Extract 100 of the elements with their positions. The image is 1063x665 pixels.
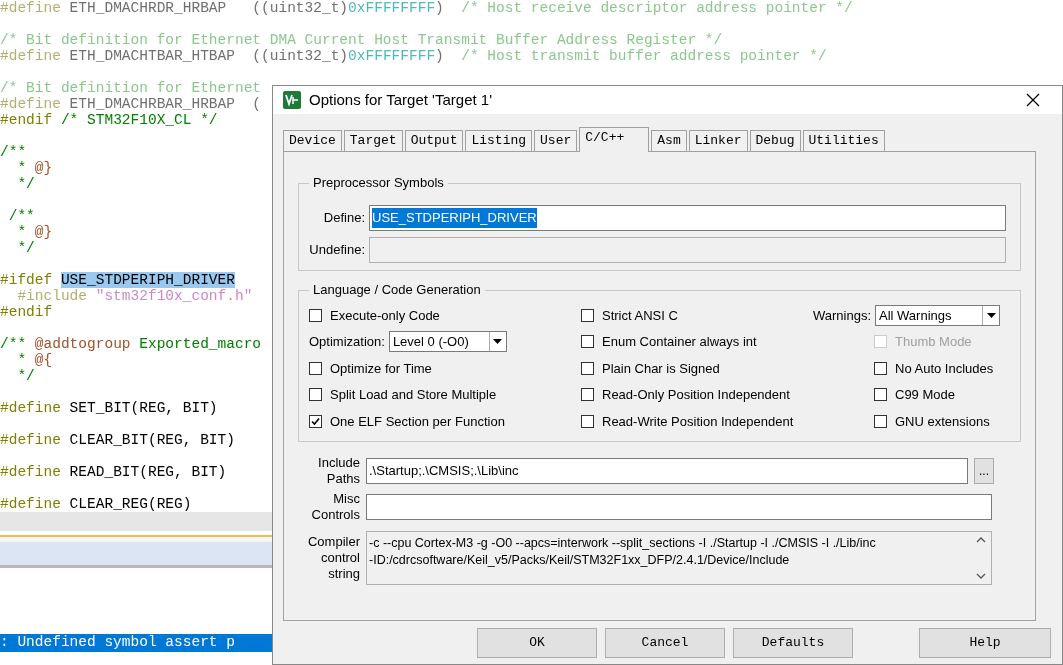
code-text: CLEAR_REG(REG) bbox=[68, 496, 192, 512]
group-title: Language / Code Generation bbox=[309, 282, 485, 298]
code-text: /* STM32F10X_CL */ bbox=[59, 112, 218, 128]
tab[interactable]: Output bbox=[404, 130, 464, 151]
code-text: READ_BIT(REG, BIT) bbox=[68, 464, 227, 480]
control-string-line: -ID:/cdrcsoftware/Keil_v5/Packs/Keil/STM32F1xx_DFP/2.4.1/Device/Include bbox=[369, 552, 791, 569]
code-text: #define bbox=[0, 96, 61, 112]
tab[interactable]: Listing bbox=[465, 130, 533, 151]
close-icon[interactable] bbox=[1026, 93, 1040, 107]
tab[interactable]: Asm bbox=[651, 130, 687, 151]
checkbox[interactable] bbox=[581, 308, 594, 322]
code-text: ETH_DMACHTBAR_HTBAP ((uint32_t) bbox=[68, 48, 349, 64]
checkbox-label: Read-Write Position Independent bbox=[602, 412, 794, 431]
code-text: /** bbox=[0, 144, 27, 160]
checkbox[interactable] bbox=[874, 361, 887, 375]
field-label: Compiler control string bbox=[307, 534, 360, 582]
code-text: ) bbox=[435, 0, 444, 16]
checkbox[interactable] bbox=[874, 414, 887, 428]
checkbox-label: Split Load and Store Multiple bbox=[330, 386, 497, 404]
checkbox-label: Strict ANSI C bbox=[602, 306, 678, 325]
checkbox[interactable] bbox=[581, 361, 594, 375]
code-text: "stm32f10x_conf.h" bbox=[95, 288, 253, 304]
code-text: #ifdef bbox=[0, 272, 54, 288]
checkbox-label: Plain Char is Signed bbox=[602, 359, 720, 378]
code-text: CLEAR_BIT(REG, BIT) bbox=[68, 432, 235, 448]
code-text: #define bbox=[0, 48, 61, 64]
code-text: ETH_DMACHRDR_HRBAP ((uint32_t) bbox=[68, 0, 349, 16]
code-text: #include bbox=[16, 288, 88, 304]
checkbox[interactable] bbox=[309, 361, 322, 375]
group-title: Preprocessor Symbols bbox=[309, 175, 448, 191]
checkbox-label: One ELF Section per Function bbox=[330, 412, 505, 431]
scroll-up-icon[interactable] bbox=[976, 537, 986, 543]
field-value: USE_STDPERIPH_DRIVER bbox=[372, 208, 537, 228]
checkbox-label: Thumb Mode bbox=[895, 333, 972, 351]
code-text: 0xFFFFFFFF bbox=[348, 48, 436, 64]
checkbox-label: Optimize for Time bbox=[330, 359, 432, 378]
tab[interactable]: Debug bbox=[749, 130, 801, 151]
dialog-button[interactable]: Cancel bbox=[605, 628, 725, 658]
window-title: Options for Target 'Target 1' bbox=[309, 89, 494, 110]
misc-controls-field[interactable] bbox=[366, 494, 992, 520]
code-text: /* Host receive descriptor address pointer */ bbox=[460, 0, 853, 16]
dialog-button[interactable]: Defaults bbox=[733, 628, 853, 658]
code-text: /** bbox=[7, 208, 35, 224]
dropdown-arrow-icon bbox=[986, 312, 996, 318]
field-label: Define: bbox=[322, 209, 366, 228]
code-text: /* Host transmit buffer address pointer */ bbox=[460, 48, 827, 64]
code-text: SET_BIT(REG, BIT) bbox=[68, 400, 218, 416]
checkbox-label: Execute-only Code bbox=[330, 306, 440, 325]
checkbox-label: GNU extensions bbox=[895, 412, 990, 431]
checkbox-label: Read-Only Position Independent bbox=[602, 386, 790, 404]
code-text: #define bbox=[0, 400, 61, 416]
select-label: Warnings: bbox=[812, 306, 871, 325]
dropdown[interactable]: All Warnings bbox=[875, 304, 1000, 326]
code-text: /** bbox=[0, 336, 28, 352]
code-text: ) bbox=[435, 48, 444, 64]
tab[interactable]: Linker bbox=[688, 130, 748, 151]
dropdown[interactable]: Level 0 (-O0) bbox=[388, 331, 507, 353]
code-text: */ bbox=[16, 240, 35, 256]
tab[interactable]: Target bbox=[343, 130, 403, 151]
checkbox[interactable] bbox=[309, 388, 322, 402]
checkbox[interactable] bbox=[581, 335, 594, 349]
app-icon bbox=[283, 91, 301, 109]
code-text: #define bbox=[0, 496, 61, 512]
checkbox[interactable] bbox=[309, 308, 322, 322]
field-label: Undefine: bbox=[308, 241, 366, 260]
dialog-button[interactable]: Help bbox=[919, 628, 1051, 658]
checkbox-label: No Auto Includes bbox=[895, 359, 994, 378]
tab[interactable]: C/C++ bbox=[579, 127, 650, 152]
checkbox-label: C99 Mode bbox=[895, 386, 955, 404]
code-text: */ bbox=[16, 176, 35, 192]
dialog-button[interactable]: OK bbox=[477, 628, 597, 658]
scroll-down-icon[interactable] bbox=[976, 573, 986, 579]
code-text: Exported_macro bbox=[138, 336, 262, 352]
code-text: * bbox=[16, 352, 28, 368]
include-paths-field[interactable]: .\Startup;.\CMSIS;.\Lib\inc bbox=[366, 458, 968, 484]
tab[interactable]: Utilities bbox=[802, 130, 885, 151]
tab[interactable]: User bbox=[534, 130, 578, 151]
checkbox[interactable] bbox=[874, 388, 887, 402]
code-text: /* Bit definition for Ethernet DMA Current Host Transmit Buffer Address Register */ bbox=[0, 32, 723, 48]
highlighted-code: USE_STDPERIPH_DRIVER bbox=[60, 272, 235, 288]
code-text: @} bbox=[34, 160, 53, 176]
code-text: /* Bit definition for Ethernet bbox=[0, 80, 262, 96]
tab[interactable]: Device bbox=[283, 130, 342, 151]
code-text: #endif bbox=[0, 304, 53, 320]
code-text: #define bbox=[0, 0, 61, 16]
checkbox[interactable] bbox=[581, 414, 594, 428]
define-field[interactable]: USE_STDPERIPH_DRIVER bbox=[369, 205, 1006, 231]
code-text: @addtogroup bbox=[34, 336, 131, 352]
code-text: 0xFFFFFFFF bbox=[348, 0, 436, 16]
checkbox[interactable] bbox=[581, 388, 594, 402]
code-text: @{ bbox=[34, 352, 53, 368]
checkbox[interactable] bbox=[309, 414, 322, 428]
control-string-line: -c --cpu Cortex-M3 -g -O0 --apcs=interwork --split_sections -I ./Startup -I ./CMSIS -I ./Lib/inc bbox=[369, 535, 877, 552]
dropdown-arrow-icon bbox=[493, 339, 503, 345]
checkmark-icon bbox=[311, 416, 320, 426]
code-text: #endif bbox=[0, 112, 53, 128]
field-label: Include Paths bbox=[317, 455, 360, 487]
browse-button[interactable]: ... bbox=[974, 458, 994, 484]
code-text: ETH_DMACHRBAR_HRBAP ( bbox=[68, 96, 262, 112]
code-text: @} bbox=[34, 224, 53, 240]
